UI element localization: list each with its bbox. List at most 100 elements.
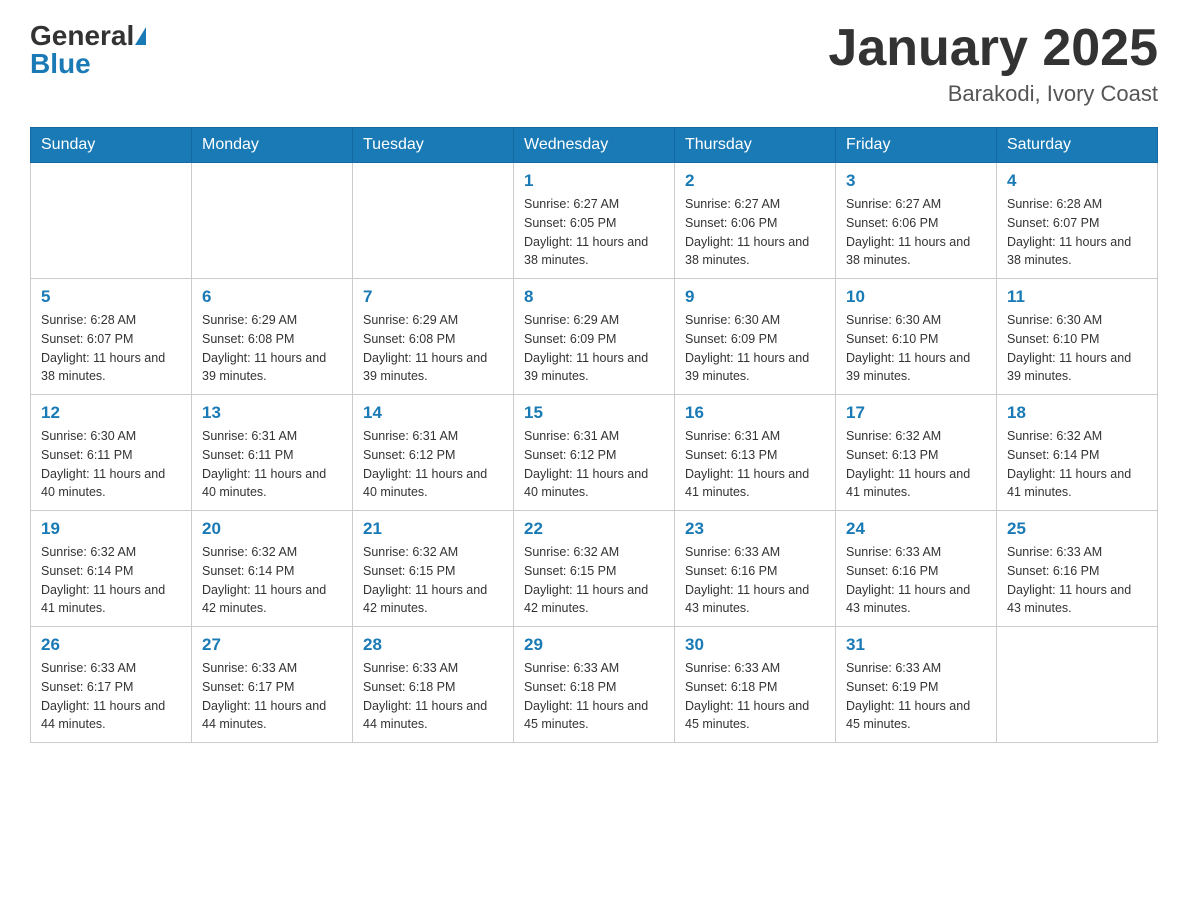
page-header: General Blue January 2025 Barakodi, Ivor… <box>30 20 1158 107</box>
calendar-cell: 9 Sunrise: 6:30 AMSunset: 6:09 PMDaylight… <box>675 279 836 395</box>
day-number: 2 <box>685 171 825 191</box>
calendar-cell: 1 Sunrise: 6:27 AMSunset: 6:05 PMDaylight… <box>514 163 675 279</box>
day-number: 24 <box>846 519 986 539</box>
day-info: Sunrise: 6:30 AMSunset: 6:09 PMDaylight:… <box>685 311 825 386</box>
day-info: Sunrise: 6:28 AMSunset: 6:07 PMDaylight:… <box>1007 195 1147 270</box>
calendar-cell: 26 Sunrise: 6:33 AMSunset: 6:17 PMDayligh… <box>31 627 192 743</box>
day-info: Sunrise: 6:32 AMSunset: 6:14 PMDaylight:… <box>1007 427 1147 502</box>
calendar-cell: 27 Sunrise: 6:33 AMSunset: 6:17 PMDayligh… <box>192 627 353 743</box>
day-number: 1 <box>524 171 664 191</box>
calendar-cell: 23 Sunrise: 6:33 AMSunset: 6:16 PMDayligh… <box>675 511 836 627</box>
calendar-cell: 7 Sunrise: 6:29 AMSunset: 6:08 PMDaylight… <box>353 279 514 395</box>
day-number: 13 <box>202 403 342 423</box>
day-info: Sunrise: 6:32 AMSunset: 6:14 PMDaylight:… <box>41 543 181 618</box>
calendar-header-sunday: Sunday <box>31 128 192 163</box>
calendar-week-row: 5 Sunrise: 6:28 AMSunset: 6:07 PMDaylight… <box>31 279 1158 395</box>
day-info: Sunrise: 6:31 AMSunset: 6:13 PMDaylight:… <box>685 427 825 502</box>
day-number: 12 <box>41 403 181 423</box>
day-info: Sunrise: 6:29 AMSunset: 6:08 PMDaylight:… <box>202 311 342 386</box>
day-info: Sunrise: 6:28 AMSunset: 6:07 PMDaylight:… <box>41 311 181 386</box>
day-number: 6 <box>202 287 342 307</box>
day-number: 8 <box>524 287 664 307</box>
calendar-header-thursday: Thursday <box>675 128 836 163</box>
day-info: Sunrise: 6:33 AMSunset: 6:16 PMDaylight:… <box>846 543 986 618</box>
day-number: 10 <box>846 287 986 307</box>
day-number: 9 <box>685 287 825 307</box>
day-info: Sunrise: 6:31 AMSunset: 6:11 PMDaylight:… <box>202 427 342 502</box>
day-number: 21 <box>363 519 503 539</box>
day-info: Sunrise: 6:33 AMSunset: 6:17 PMDaylight:… <box>202 659 342 734</box>
day-info: Sunrise: 6:33 AMSunset: 6:19 PMDaylight:… <box>846 659 986 734</box>
day-info: Sunrise: 6:27 AMSunset: 6:06 PMDaylight:… <box>846 195 986 270</box>
calendar-header-monday: Monday <box>192 128 353 163</box>
day-info: Sunrise: 6:30 AMSunset: 6:10 PMDaylight:… <box>1007 311 1147 386</box>
calendar-cell: 5 Sunrise: 6:28 AMSunset: 6:07 PMDaylight… <box>31 279 192 395</box>
day-number: 17 <box>846 403 986 423</box>
calendar-table: SundayMondayTuesdayWednesdayThursdayFrid… <box>30 127 1158 743</box>
calendar-week-row: 26 Sunrise: 6:33 AMSunset: 6:17 PMDayligh… <box>31 627 1158 743</box>
logo-blue-text: Blue <box>30 48 91 80</box>
day-number: 23 <box>685 519 825 539</box>
day-number: 11 <box>1007 287 1147 307</box>
day-number: 3 <box>846 171 986 191</box>
calendar-week-row: 19 Sunrise: 6:32 AMSunset: 6:14 PMDayligh… <box>31 511 1158 627</box>
day-info: Sunrise: 6:29 AMSunset: 6:08 PMDaylight:… <box>363 311 503 386</box>
day-info: Sunrise: 6:30 AMSunset: 6:10 PMDaylight:… <box>846 311 986 386</box>
day-number: 30 <box>685 635 825 655</box>
day-number: 22 <box>524 519 664 539</box>
logo: General Blue <box>30 20 146 80</box>
day-info: Sunrise: 6:33 AMSunset: 6:18 PMDaylight:… <box>524 659 664 734</box>
day-number: 27 <box>202 635 342 655</box>
day-number: 29 <box>524 635 664 655</box>
day-info: Sunrise: 6:29 AMSunset: 6:09 PMDaylight:… <box>524 311 664 386</box>
day-info: Sunrise: 6:32 AMSunset: 6:13 PMDaylight:… <box>846 427 986 502</box>
day-number: 19 <box>41 519 181 539</box>
calendar-cell: 24 Sunrise: 6:33 AMSunset: 6:16 PMDayligh… <box>836 511 997 627</box>
day-info: Sunrise: 6:33 AMSunset: 6:18 PMDaylight:… <box>685 659 825 734</box>
day-info: Sunrise: 6:32 AMSunset: 6:15 PMDaylight:… <box>363 543 503 618</box>
calendar-cell: 12Sunrise: 6:30 AMSunset: 6:11 PMDayligh… <box>31 395 192 511</box>
calendar-cell <box>997 627 1158 743</box>
calendar-header-friday: Friday <box>836 128 997 163</box>
day-number: 20 <box>202 519 342 539</box>
calendar-header-wednesday: Wednesday <box>514 128 675 163</box>
day-number: 7 <box>363 287 503 307</box>
calendar-cell: 3 Sunrise: 6:27 AMSunset: 6:06 PMDaylight… <box>836 163 997 279</box>
day-number: 15 <box>524 403 664 423</box>
calendar-cell <box>353 163 514 279</box>
day-number: 28 <box>363 635 503 655</box>
day-number: 26 <box>41 635 181 655</box>
calendar-cell: 20Sunrise: 6:32 AMSunset: 6:14 PMDayligh… <box>192 511 353 627</box>
day-info: Sunrise: 6:33 AMSunset: 6:17 PMDaylight:… <box>41 659 181 734</box>
calendar-week-row: 1 Sunrise: 6:27 AMSunset: 6:05 PMDaylight… <box>31 163 1158 279</box>
calendar-week-row: 12Sunrise: 6:30 AMSunset: 6:11 PMDayligh… <box>31 395 1158 511</box>
calendar-cell: 17 Sunrise: 6:32 AMSunset: 6:13 PMDayligh… <box>836 395 997 511</box>
calendar-cell: 18 Sunrise: 6:32 AMSunset: 6:14 PMDayligh… <box>997 395 1158 511</box>
calendar-cell: 29 Sunrise: 6:33 AMSunset: 6:18 PMDayligh… <box>514 627 675 743</box>
calendar-header-row: SundayMondayTuesdayWednesdayThursdayFrid… <box>31 128 1158 163</box>
day-number: 16 <box>685 403 825 423</box>
day-info: Sunrise: 6:27 AMSunset: 6:05 PMDaylight:… <box>524 195 664 270</box>
day-number: 31 <box>846 635 986 655</box>
calendar-cell: 25 Sunrise: 6:33 AMSunset: 6:16 PMDayligh… <box>997 511 1158 627</box>
day-number: 18 <box>1007 403 1147 423</box>
day-info: Sunrise: 6:33 AMSunset: 6:16 PMDaylight:… <box>1007 543 1147 618</box>
day-number: 5 <box>41 287 181 307</box>
day-info: Sunrise: 6:33 AMSunset: 6:16 PMDaylight:… <box>685 543 825 618</box>
calendar-cell: 6 Sunrise: 6:29 AMSunset: 6:08 PMDaylight… <box>192 279 353 395</box>
title-block: January 2025 Barakodi, Ivory Coast <box>828 20 1158 107</box>
day-number: 25 <box>1007 519 1147 539</box>
logo-triangle-icon <box>135 27 146 45</box>
day-info: Sunrise: 6:31 AMSunset: 6:12 PMDaylight:… <box>363 427 503 502</box>
calendar-cell: 30 Sunrise: 6:33 AMSunset: 6:18 PMDayligh… <box>675 627 836 743</box>
calendar-cell: 11 Sunrise: 6:30 AMSunset: 6:10 PMDayligh… <box>997 279 1158 395</box>
month-title: January 2025 <box>828 20 1158 77</box>
calendar-cell: 2Sunrise: 6:27 AMSunset: 6:06 PMDaylight… <box>675 163 836 279</box>
calendar-cell: 28Sunrise: 6:33 AMSunset: 6:18 PMDayligh… <box>353 627 514 743</box>
calendar-cell: 31 Sunrise: 6:33 AMSunset: 6:19 PMDayligh… <box>836 627 997 743</box>
calendar-cell: 14Sunrise: 6:31 AMSunset: 6:12 PMDayligh… <box>353 395 514 511</box>
calendar-cell: 13 Sunrise: 6:31 AMSunset: 6:11 PMDayligh… <box>192 395 353 511</box>
day-info: Sunrise: 6:31 AMSunset: 6:12 PMDaylight:… <box>524 427 664 502</box>
calendar-cell <box>31 163 192 279</box>
calendar-header-saturday: Saturday <box>997 128 1158 163</box>
